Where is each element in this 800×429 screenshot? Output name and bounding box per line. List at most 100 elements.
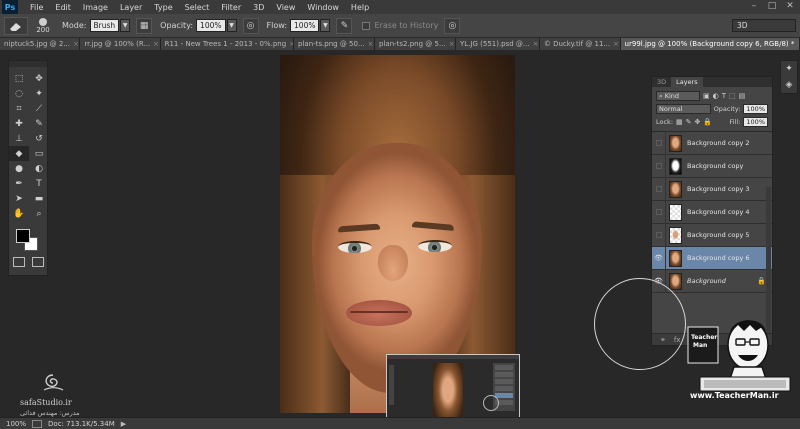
pen-tool-icon[interactable]: ✒ [9,176,29,191]
eraser-tool-icon[interactable]: ◆ [9,146,29,161]
pressure-opacity-icon[interactable]: ◎ [242,17,259,34]
layer-fill-field[interactable]: 100% [743,116,768,127]
mode-select[interactable]: Brush [89,19,120,32]
quick-mask-icon[interactable] [12,257,25,267]
doc-tab[interactable]: R11 - New Trees 1 - 2013 - 0%.png× [160,38,295,50]
visibility-toggle[interactable]: 👁 [652,246,666,270]
doc-tab[interactable]: rr.jpg @ 100% (R... × [80,38,161,50]
flow-field[interactable]: 100% [290,19,320,32]
brush-preset-picker[interactable]: 200 [32,17,54,35]
minimize-icon[interactable]: – [748,1,760,12]
layer-row-selected[interactable]: 👁 Background copy 6 [652,246,772,270]
layer-opacity-field[interactable]: 100% [743,103,768,114]
menu-view[interactable]: View [270,3,301,12]
flow-dropdown-arrow[interactable]: ▼ [320,19,331,32]
close-icon[interactable]: ✕ [784,1,796,12]
opacity-dropdown-arrow[interactable]: ▼ [226,19,237,32]
flow-label: Flow: [266,21,288,30]
doc-tab-active[interactable]: ur99l.jpg @ 100% (Background copy 6, RGB… [620,38,800,50]
tab-layers[interactable]: Layers [671,77,703,87]
layer-row[interactable]: Background copy 2 [652,131,772,155]
svg-text:Teacher: Teacher [691,334,717,341]
blend-mode-select[interactable]: Normal [656,103,711,114]
airbrush-icon[interactable]: ✎ [336,17,353,34]
lock-position-icon[interactable]: ✥ [695,118,701,126]
layer-row[interactable]: Background copy 5 [652,223,772,247]
doc-tab[interactable]: YL.JG (551).psd @... × [456,38,540,50]
layer-row[interactable]: Background copy [652,154,772,178]
opacity-field[interactable]: 100% [196,19,226,32]
close-tab-icon[interactable]: × [73,38,79,50]
filter-type-icon[interactable]: T [722,92,726,100]
close-tab-icon[interactable]: × [368,38,374,50]
lock-image-icon[interactable]: ✎ [686,118,692,126]
menu-image[interactable]: Image [77,3,114,12]
filter-smart-icon[interactable]: ▤ [739,92,746,100]
layer-filter-kind[interactable]: ⌕ Kind [656,90,700,101]
visibility-toggle[interactable] [652,177,666,201]
type-tool-icon[interactable]: T [29,176,49,191]
doc-tab[interactable]: plan-ts2.png @ 5... × [375,38,457,50]
close-tab-icon[interactable]: × [613,38,619,50]
blur-tool-icon[interactable]: ● [9,161,29,176]
history-panel-icon[interactable]: ✦ [781,61,797,77]
visibility-toggle[interactable] [652,223,666,247]
visibility-toggle[interactable] [652,154,666,178]
gradient-tool-icon[interactable]: ▭ [29,146,49,161]
tab-3d[interactable]: 3D [652,77,671,87]
brush-tool-icon[interactable]: ✎ [29,116,49,131]
tool-preset-picker[interactable] [4,16,28,35]
mode-buttons [9,257,47,267]
path-selection-tool-icon[interactable]: ➤ [9,191,29,206]
layers-panel-icon[interactable]: ◈ [781,77,797,93]
menu-file[interactable]: File [24,3,49,12]
doc-tab[interactable]: niptuck5.jpg @ 2... × [0,38,81,50]
menu-layer[interactable]: Layer [114,3,148,12]
close-tab-icon[interactable]: × [153,38,159,50]
screen-mode-icon[interactable] [31,257,44,267]
menu-window[interactable]: Window [301,3,345,12]
marquee-tool-icon[interactable]: ⬚ [9,71,29,86]
layer-row[interactable]: Background copy 4 [652,200,772,224]
menu-type[interactable]: Type [148,3,178,12]
lock-transparency-icon[interactable]: ▦ [676,118,683,126]
close-tab-icon[interactable]: × [449,38,455,50]
zoom-level[interactable]: 100% [6,420,26,428]
lock-all-icon[interactable]: 🔒 [703,118,712,126]
brush-panel-toggle-icon[interactable]: ▦ [136,17,153,34]
visibility-toggle[interactable] [652,131,666,155]
shape-tool-icon[interactable]: ▬ [29,191,49,206]
menu-help[interactable]: Help [345,3,375,12]
move-tool-icon[interactable]: ✥ [29,71,49,86]
maximize-icon[interactable]: □ [766,1,778,12]
history-brush-tool-icon[interactable]: ↺ [29,131,49,146]
status-page-icon[interactable] [32,419,43,428]
menu-3d[interactable]: 3D [247,3,270,12]
filter-shape-icon[interactable]: ⬚ [729,92,736,100]
visibility-toggle[interactable] [652,200,666,224]
hand-tool-icon[interactable]: ✋ [9,206,29,221]
eyedropper-tool-icon[interactable]: ⟋ [29,101,49,116]
workspace-switcher[interactable]: 3D [732,19,796,32]
close-tab-icon[interactable]: × [533,38,539,50]
status-menu-arrow-icon[interactable]: ▶ [121,420,126,428]
dodge-tool-icon[interactable]: ◐ [29,161,49,176]
quick-select-tool-icon[interactable]: ✦ [29,86,49,101]
clone-stamp-tool-icon[interactable]: ⊥ [9,131,29,146]
menu-filter[interactable]: Filter [215,3,247,12]
menu-edit[interactable]: Edit [49,3,77,12]
filter-adjust-icon[interactable]: ◐ [713,92,719,100]
lasso-tool-icon[interactable]: ◌ [9,86,29,101]
menu-select[interactable]: Select [179,3,216,12]
crop-tool-icon[interactable]: ⌗ [9,101,29,116]
zoom-tool-icon[interactable]: ⌕ [29,206,49,221]
healing-brush-tool-icon[interactable]: ✚ [9,116,29,131]
pressure-size-icon[interactable]: ◎ [444,17,461,34]
filter-pixel-icon[interactable]: ▣ [703,92,710,100]
foreground-color-swatch[interactable] [16,229,30,243]
doc-tab[interactable]: © Ducky.tif @ 11... × [539,38,621,50]
layer-row[interactable]: Background copy 3 [652,177,772,201]
erase-history-checkbox[interactable] [362,21,371,30]
mode-dropdown-arrow[interactable]: ▼ [120,19,131,32]
doc-tab[interactable]: plan-ts.png @ 50... × [294,38,376,50]
